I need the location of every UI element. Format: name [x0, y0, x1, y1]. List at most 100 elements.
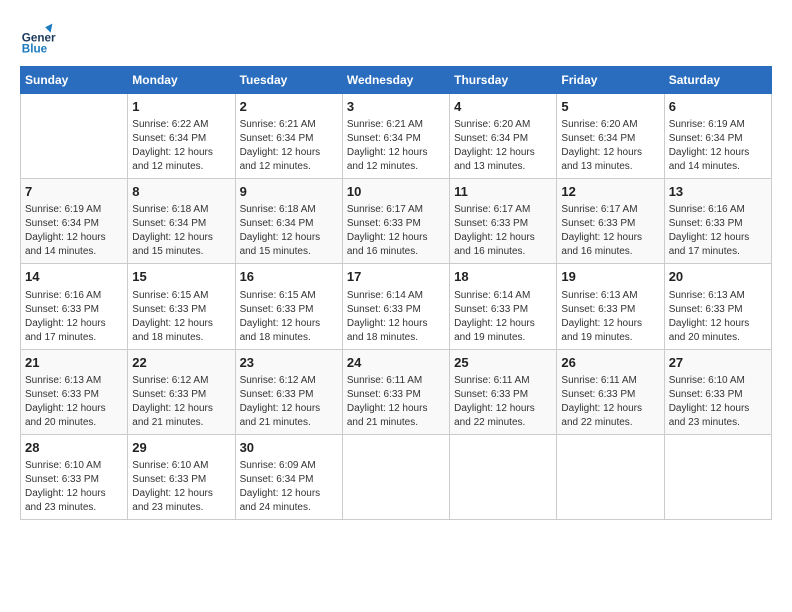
calendar-day-cell: 14 Sunrise: 6:16 AM Sunset: 6:33 PM Dayli… [21, 264, 128, 349]
svg-text:Blue: Blue [22, 42, 48, 55]
calendar-day-cell: 19 Sunrise: 6:13 AM Sunset: 6:33 PM Dayli… [557, 264, 664, 349]
day-number: 17 [347, 268, 445, 286]
day-info: Sunrise: 6:14 AM Sunset: 6:33 PM Dayligh… [347, 289, 445, 345]
day-info: Sunrise: 6:17 AM Sunset: 6:33 PM Dayligh… [347, 203, 445, 259]
calendar-day-cell: 6 Sunrise: 6:19 AM Sunset: 6:34 PM Daylig… [664, 94, 771, 179]
calendar-day-cell: 21 Sunrise: 6:13 AM Sunset: 6:33 PM Dayli… [21, 349, 128, 434]
day-info: Sunrise: 6:10 AM Sunset: 6:33 PM Dayligh… [669, 374, 767, 430]
day-number: 8 [132, 183, 230, 201]
day-number: 22 [132, 354, 230, 372]
day-number: 20 [669, 268, 767, 286]
day-number: 21 [25, 354, 123, 372]
day-number: 23 [240, 354, 338, 372]
calendar-day-cell: 28 Sunrise: 6:10 AM Sunset: 6:33 PM Dayli… [21, 434, 128, 519]
day-info: Sunrise: 6:16 AM Sunset: 6:33 PM Dayligh… [25, 289, 123, 345]
day-info: Sunrise: 6:17 AM Sunset: 6:33 PM Dayligh… [454, 203, 552, 259]
calendar-day-cell: 24 Sunrise: 6:11 AM Sunset: 6:33 PM Dayli… [342, 349, 449, 434]
calendar-week-row: 1Sunrise: 6:22 AM Sunset: 6:34 PM Daylig… [21, 94, 772, 179]
day-info: Sunrise: 6:20 AM Sunset: 6:34 PM Dayligh… [454, 118, 552, 174]
calendar-day-cell: 5Sunrise: 6:20 AM Sunset: 6:34 PM Daylig… [557, 94, 664, 179]
calendar-empty-cell [450, 434, 557, 519]
day-info: Sunrise: 6:19 AM Sunset: 6:34 PM Dayligh… [25, 203, 123, 259]
calendar-day-cell: 18Sunrise: 6:14 AM Sunset: 6:33 PM Dayli… [450, 264, 557, 349]
day-number: 18 [454, 268, 552, 286]
day-info: Sunrise: 6:18 AM Sunset: 6:34 PM Dayligh… [240, 203, 338, 259]
calendar-empty-cell [21, 94, 128, 179]
day-number: 12 [561, 183, 659, 201]
calendar-week-row: 7Sunrise: 6:19 AM Sunset: 6:34 PM Daylig… [21, 179, 772, 264]
calendar-day-cell: 23 Sunrise: 6:12 AM Sunset: 6:33 PM Dayli… [235, 349, 342, 434]
day-info: Sunrise: 6:17 AM Sunset: 6:33 PM Dayligh… [561, 203, 659, 259]
day-of-week-header: Sunday [21, 67, 128, 94]
day-number: 11 [454, 183, 552, 201]
day-of-week-header: Wednesday [342, 67, 449, 94]
calendar-day-cell: 7Sunrise: 6:19 AM Sunset: 6:34 PM Daylig… [21, 179, 128, 264]
day-number: 14 [25, 268, 123, 286]
day-number: 16 [240, 268, 338, 286]
day-number: 5 [561, 98, 659, 116]
calendar-day-cell: 25 Sunrise: 6:11 AM Sunset: 6:33 PM Dayli… [450, 349, 557, 434]
calendar-week-row: 28 Sunrise: 6:10 AM Sunset: 6:33 PM Dayli… [21, 434, 772, 519]
calendar-day-cell: 8 Sunrise: 6:18 AM Sunset: 6:34 PM Daylig… [128, 179, 235, 264]
calendar-day-cell: 17 Sunrise: 6:14 AM Sunset: 6:33 PM Dayli… [342, 264, 449, 349]
day-info: Sunrise: 6:13 AM Sunset: 6:33 PM Dayligh… [669, 289, 767, 345]
calendar-day-cell: 27 Sunrise: 6:10 AM Sunset: 6:33 PM Dayli… [664, 349, 771, 434]
calendar-day-cell: 20 Sunrise: 6:13 AM Sunset: 6:33 PM Dayli… [664, 264, 771, 349]
calendar-empty-cell [342, 434, 449, 519]
day-number: 10 [347, 183, 445, 201]
day-info: Sunrise: 6:15 AM Sunset: 6:33 PM Dayligh… [240, 289, 338, 345]
day-number: 13 [669, 183, 767, 201]
day-info: Sunrise: 6:11 AM Sunset: 6:33 PM Dayligh… [561, 374, 659, 430]
day-number: 19 [561, 268, 659, 286]
day-info: Sunrise: 6:15 AM Sunset: 6:33 PM Dayligh… [132, 289, 230, 345]
calendar-day-cell: 9 Sunrise: 6:18 AM Sunset: 6:34 PM Daylig… [235, 179, 342, 264]
day-info: Sunrise: 6:13 AM Sunset: 6:33 PM Dayligh… [561, 289, 659, 345]
day-info: Sunrise: 6:10 AM Sunset: 6:33 PM Dayligh… [132, 459, 230, 515]
day-number: 24 [347, 354, 445, 372]
calendar-empty-cell [557, 434, 664, 519]
day-info: Sunrise: 6:11 AM Sunset: 6:33 PM Dayligh… [454, 374, 552, 430]
day-info: Sunrise: 6:12 AM Sunset: 6:33 PM Dayligh… [132, 374, 230, 430]
day-number: 3 [347, 98, 445, 116]
calendar-day-cell: 1Sunrise: 6:22 AM Sunset: 6:34 PM Daylig… [128, 94, 235, 179]
day-info: Sunrise: 6:21 AM Sunset: 6:34 PM Dayligh… [240, 118, 338, 174]
day-number: 2 [240, 98, 338, 116]
calendar-day-cell: 13 Sunrise: 6:16 AM Sunset: 6:33 PM Dayli… [664, 179, 771, 264]
calendar-week-row: 14 Sunrise: 6:16 AM Sunset: 6:33 PM Dayli… [21, 264, 772, 349]
calendar-day-cell: 30 Sunrise: 6:09 AM Sunset: 6:34 PM Dayli… [235, 434, 342, 519]
day-info: Sunrise: 6:22 AM Sunset: 6:34 PM Dayligh… [132, 118, 230, 174]
day-info: Sunrise: 6:13 AM Sunset: 6:33 PM Dayligh… [25, 374, 123, 430]
day-info: Sunrise: 6:16 AM Sunset: 6:33 PM Dayligh… [669, 203, 767, 259]
day-of-week-header: Monday [128, 67, 235, 94]
day-number: 30 [240, 439, 338, 457]
calendar-day-cell: 26 Sunrise: 6:11 AM Sunset: 6:33 PM Dayli… [557, 349, 664, 434]
day-number: 26 [561, 354, 659, 372]
calendar-day-cell: 29Sunrise: 6:10 AM Sunset: 6:33 PM Dayli… [128, 434, 235, 519]
day-of-week-header: Friday [557, 67, 664, 94]
day-info: Sunrise: 6:11 AM Sunset: 6:33 PM Dayligh… [347, 374, 445, 430]
day-number: 27 [669, 354, 767, 372]
day-number: 25 [454, 354, 552, 372]
day-info: Sunrise: 6:18 AM Sunset: 6:34 PM Dayligh… [132, 203, 230, 259]
calendar-day-cell: 2 Sunrise: 6:21 AM Sunset: 6:34 PM Daylig… [235, 94, 342, 179]
calendar-header-row: SundayMondayTuesdayWednesdayThursdayFrid… [21, 67, 772, 94]
day-of-week-header: Thursday [450, 67, 557, 94]
logo: General Blue [20, 20, 60, 56]
day-info: Sunrise: 6:12 AM Sunset: 6:33 PM Dayligh… [240, 374, 338, 430]
day-info: Sunrise: 6:21 AM Sunset: 6:34 PM Dayligh… [347, 118, 445, 174]
calendar-empty-cell [664, 434, 771, 519]
day-number: 28 [25, 439, 123, 457]
page-header: General Blue [20, 20, 772, 56]
day-of-week-header: Saturday [664, 67, 771, 94]
day-info: Sunrise: 6:10 AM Sunset: 6:33 PM Dayligh… [25, 459, 123, 515]
day-info: Sunrise: 6:09 AM Sunset: 6:34 PM Dayligh… [240, 459, 338, 515]
calendar-day-cell: 4Sunrise: 6:20 AM Sunset: 6:34 PM Daylig… [450, 94, 557, 179]
calendar-day-cell: 15Sunrise: 6:15 AM Sunset: 6:33 PM Dayli… [128, 264, 235, 349]
day-number: 9 [240, 183, 338, 201]
day-number: 6 [669, 98, 767, 116]
calendar-day-cell: 11 Sunrise: 6:17 AM Sunset: 6:33 PM Dayli… [450, 179, 557, 264]
day-of-week-header: Tuesday [235, 67, 342, 94]
calendar-day-cell: 22 Sunrise: 6:12 AM Sunset: 6:33 PM Dayli… [128, 349, 235, 434]
day-info: Sunrise: 6:19 AM Sunset: 6:34 PM Dayligh… [669, 118, 767, 174]
calendar-table: SundayMondayTuesdayWednesdayThursdayFrid… [20, 66, 772, 520]
